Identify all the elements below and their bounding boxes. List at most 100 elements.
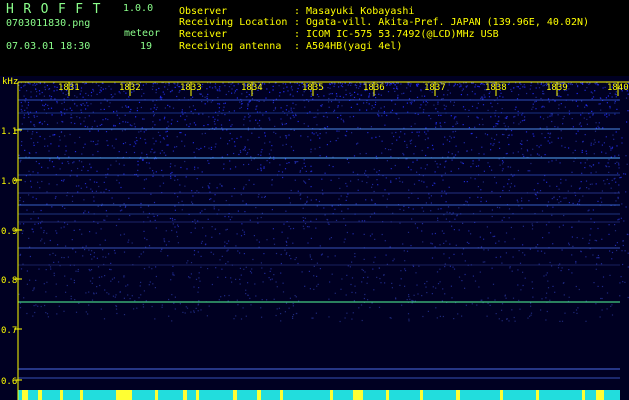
noise-speck (295, 114, 297, 117)
noise-speck (464, 109, 466, 111)
noise-speck (190, 110, 192, 112)
noise-speck (479, 210, 481, 212)
noise-speck (171, 90, 173, 92)
noise-speck (501, 309, 503, 311)
noise-speck (280, 313, 282, 315)
noise-speck (575, 133, 577, 135)
noise-speck (170, 177, 172, 179)
noise-speck (173, 274, 175, 276)
noise-speck (418, 131, 420, 133)
noise-speck (110, 269, 112, 271)
noise-speck (452, 212, 454, 214)
spectrogram-view: kHz 1.11.00.90.80.70.61831 1832 1833 1834 18… (0, 76, 629, 400)
noise-speck (610, 149, 612, 151)
noise-speck (615, 181, 617, 183)
noise-speck (304, 223, 307, 225)
noise-speck (516, 199, 518, 201)
noise-speck (616, 249, 618, 252)
noise-speck (471, 149, 473, 151)
noise-speck (499, 95, 501, 97)
noise-speck (373, 168, 375, 170)
noise-speck (594, 239, 596, 241)
noise-speck (155, 92, 157, 94)
noise-speck (468, 109, 470, 111)
noise-speck (103, 318, 106, 320)
noise-speck (349, 266, 351, 268)
noise-speck (330, 101, 333, 103)
noise-speck (596, 263, 598, 265)
noise-speck (440, 114, 442, 116)
noise-speck (302, 225, 304, 227)
noise-speck (106, 140, 108, 142)
noise-speck (268, 277, 270, 279)
noise-speck (465, 304, 467, 306)
noise-speck (487, 249, 489, 251)
noise-speck (444, 266, 446, 268)
noise-speck (487, 297, 489, 299)
noise-speck (56, 184, 58, 186)
noise-speck (368, 96, 370, 98)
noise-speck (166, 130, 168, 132)
noise-speck (269, 141, 271, 143)
noise-speck (211, 226, 213, 228)
noise-speck (522, 244, 524, 246)
noise-speck (315, 116, 317, 118)
noise-speck (504, 117, 506, 119)
noise-speck (151, 305, 153, 308)
noise-speck (568, 269, 570, 271)
noise-speck (35, 279, 37, 281)
noise-speck (53, 134, 55, 136)
noise-speck (180, 166, 182, 169)
noise-speck (555, 159, 557, 161)
noise-speck (340, 85, 342, 87)
meteor-count: 19 (140, 41, 153, 52)
noise-speck (548, 101, 550, 103)
noise-speck (540, 97, 542, 100)
noise-speck (61, 179, 63, 182)
noise-speck (505, 252, 507, 254)
noise-speck (110, 94, 112, 96)
noise-speck (388, 193, 390, 195)
noise-speck (431, 293, 433, 295)
noise-speck (329, 281, 331, 283)
noise-speck (304, 165, 306, 167)
noise-speck (73, 161, 75, 163)
noise-speck (159, 119, 161, 121)
noise-speck (167, 88, 169, 90)
noise-speck (225, 263, 227, 265)
noise-speck (328, 298, 330, 300)
x-tick-label: 1839 (546, 83, 568, 93)
noise-speck (231, 88, 233, 90)
noise-speck (609, 145, 611, 148)
noise-speck (374, 203, 376, 205)
noise-speck (165, 82, 167, 85)
noise-speck (340, 195, 342, 197)
noise-speck (207, 160, 209, 162)
noise-speck (129, 214, 131, 217)
noise-speck (273, 158, 275, 160)
noise-speck (155, 275, 157, 278)
noise-speck (417, 197, 419, 199)
noise-speck (463, 142, 465, 144)
noise-speck (200, 309, 202, 311)
noise-speck (458, 168, 460, 170)
noise-speck (467, 115, 469, 118)
noise-speck (241, 93, 243, 95)
noise-speck (498, 240, 500, 242)
noise-speck (118, 151, 120, 153)
noise-speck (543, 106, 545, 108)
noise-speck (136, 107, 138, 109)
noise-speck (290, 107, 292, 109)
noise-speck (501, 108, 503, 110)
noise-speck (283, 87, 285, 89)
noise-speck (231, 195, 233, 197)
noise-speck (343, 218, 345, 220)
noise-speck (598, 103, 600, 105)
noise-speck (591, 97, 593, 100)
y-tick-label: 0.6 (1, 377, 17, 387)
noise-speck (354, 83, 356, 85)
noise-speck (599, 316, 601, 318)
noise-speck (368, 93, 371, 95)
noise-speck (193, 151, 195, 153)
noise-speck (371, 137, 373, 139)
